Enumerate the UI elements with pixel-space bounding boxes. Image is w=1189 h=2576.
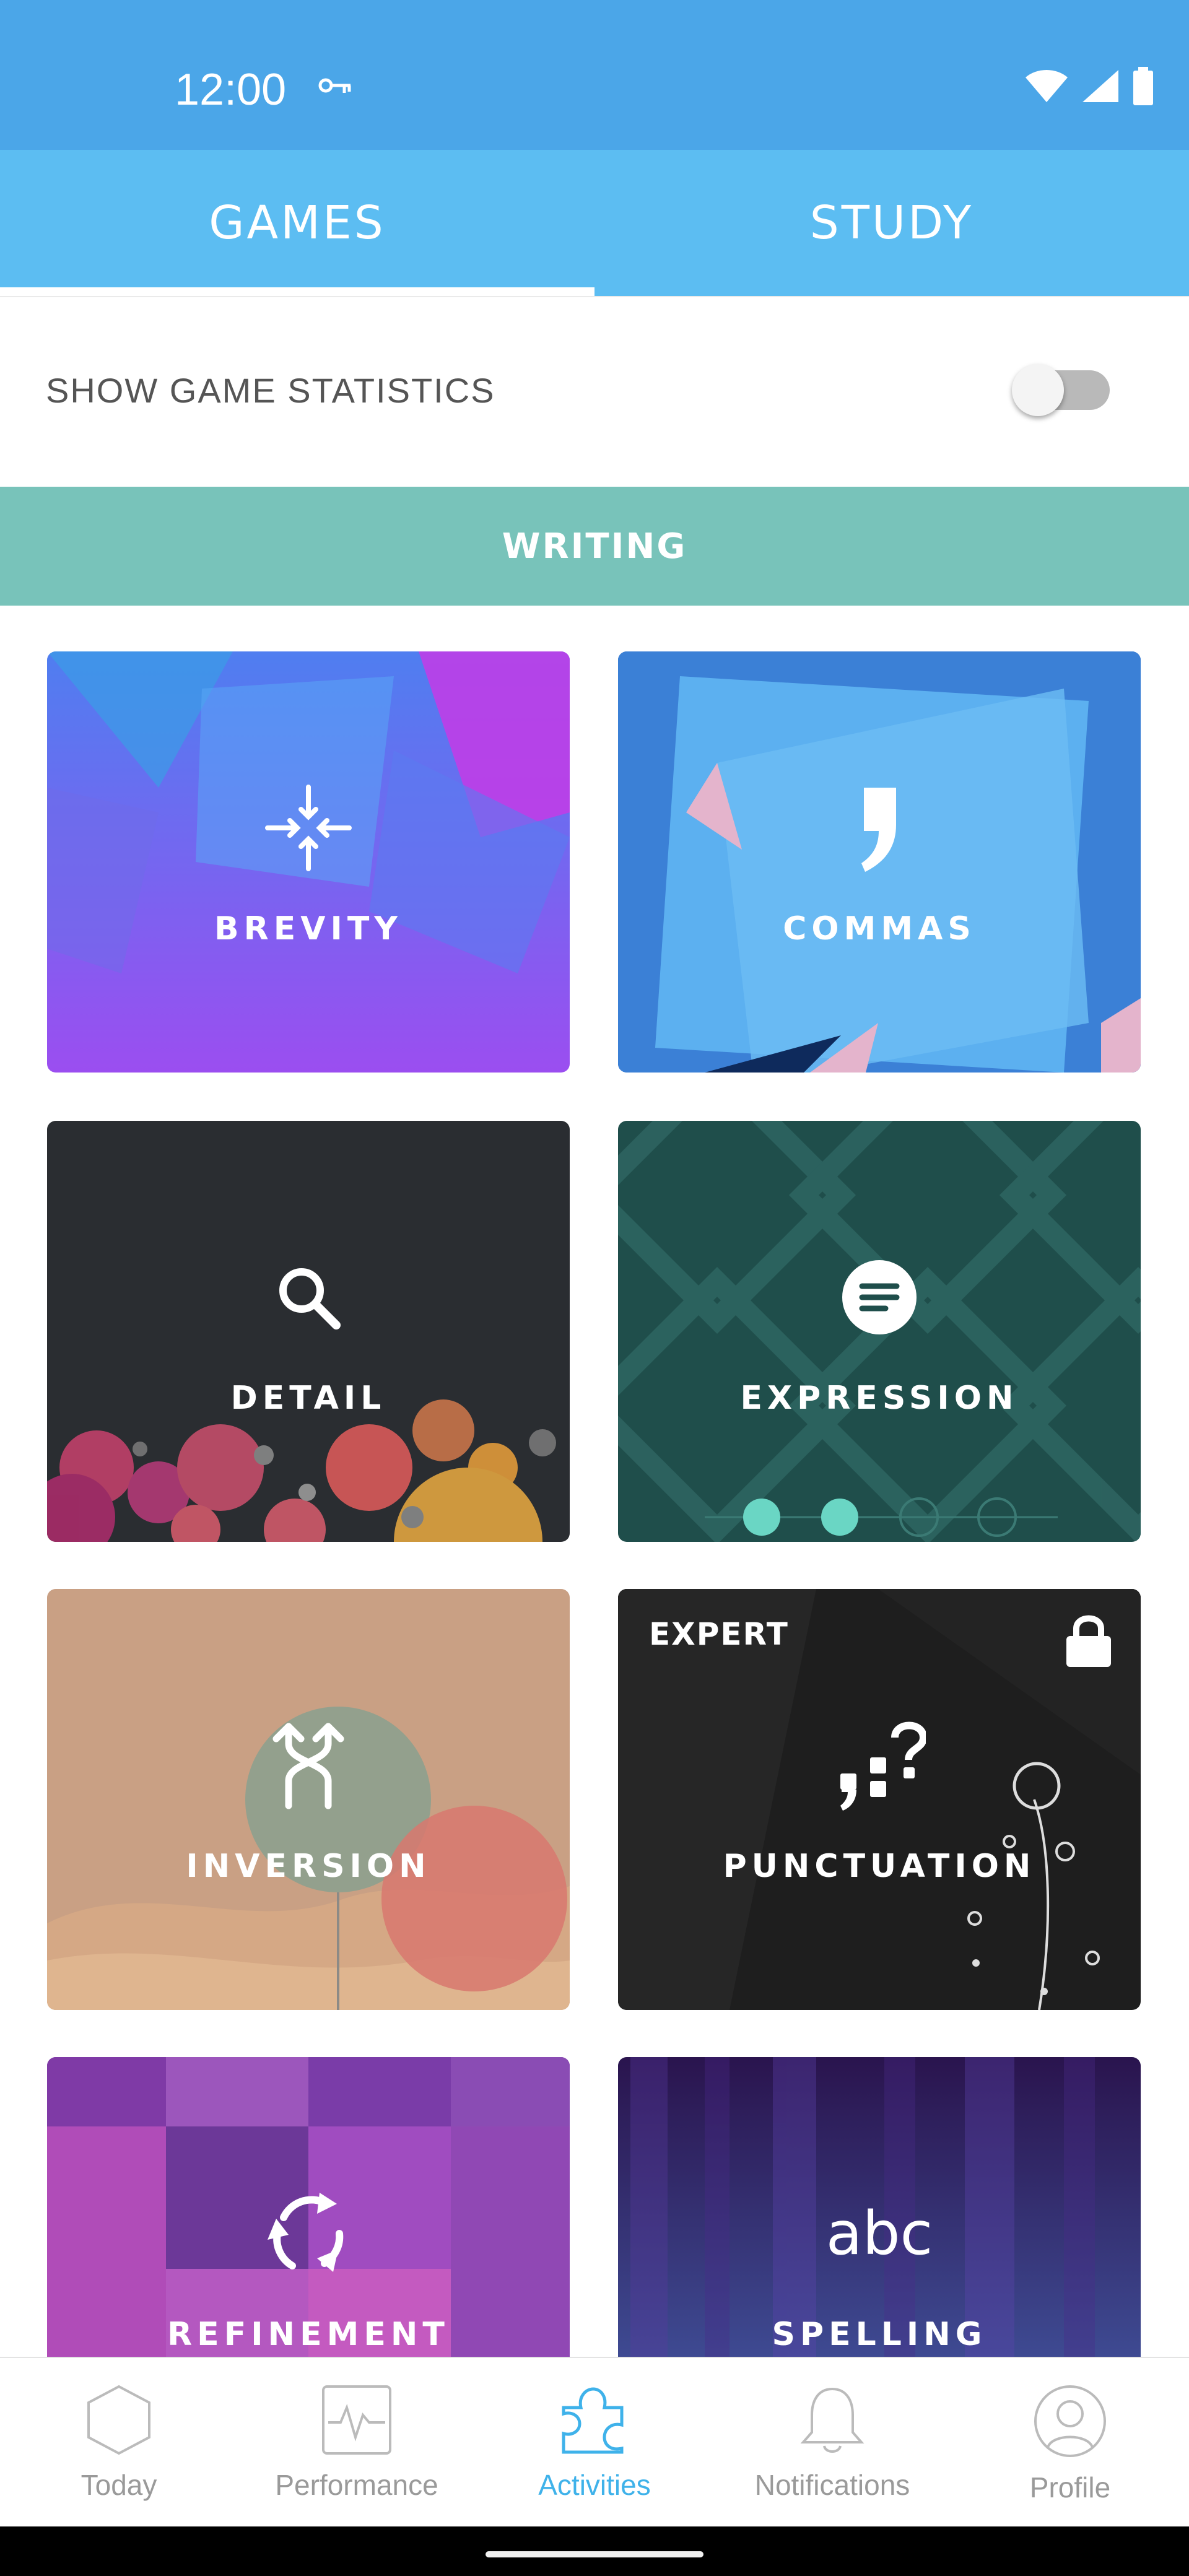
game-title: PUNCTUATION [723, 1848, 1036, 1885]
pulse-chart-icon [322, 2385, 391, 2455]
game-card-expression[interactable]: EXPRESSION [618, 1121, 1141, 1542]
game-title: SPELLING [772, 2316, 987, 2353]
abc-icon-text: abc [825, 2199, 933, 2268]
comma-icon [827, 775, 932, 881]
game-card-inversion[interactable]: INVERSION [47, 1589, 570, 2010]
game-title: DETAIL [230, 1380, 386, 1417]
nav-label: Today [81, 2469, 157, 2501]
person-icon [1034, 2385, 1106, 2457]
toggle-knob [1012, 364, 1064, 416]
nav-notifications[interactable]: Notifications [713, 2358, 951, 2528]
vpn-key-icon [318, 73, 353, 100]
game-card-detail[interactable]: DETAIL [47, 1121, 570, 1542]
game-title: REFINEMENT [167, 2316, 450, 2353]
tab-games[interactable]: GAMES [0, 150, 594, 296]
magnifier-icon [256, 1245, 361, 1350]
tab-study[interactable]: STUDY [594, 150, 1189, 296]
swap-arrows-icon [256, 1713, 361, 1818]
status-time: 12:00 [175, 65, 287, 115]
game-title: INVERSION [186, 1848, 431, 1885]
status-bar: 12:00 [0, 0, 1189, 150]
game-card-refinement[interactable]: REFINEMENT [47, 2057, 570, 2357]
nav-performance[interactable]: Performance [238, 2358, 476, 2528]
puzzle-piece-icon [562, 2387, 624, 2454]
abc-text-icon: abc [825, 2181, 933, 2286]
refresh-cycle-icon [256, 2181, 361, 2286]
bell-icon [800, 2387, 865, 2453]
battery-icon [1132, 67, 1154, 108]
game-card-spelling[interactable]: abc SPELLING [618, 2057, 1141, 2357]
punctuation-icon [827, 1713, 932, 1818]
lock-icon [1065, 1612, 1112, 1671]
cellular-signal-icon [1081, 69, 1120, 106]
show-statistics-row[interactable]: SHOW GAME STATISTICS [0, 296, 1189, 488]
nav-label: Notifications [754, 2469, 910, 2501]
hexagon-icon [87, 2385, 150, 2455]
expert-badge: EXPERT [649, 1616, 789, 1652]
arrows-inward-icon [256, 775, 361, 881]
nav-activities[interactable]: Activities [476, 2358, 713, 2528]
home-gesture-handle[interactable] [486, 2551, 703, 2557]
wifi-icon [1024, 69, 1069, 106]
nav-label: Profile [1029, 2471, 1111, 2504]
status-icons [1024, 67, 1154, 108]
show-statistics-label: SHOW GAME STATISTICS [46, 371, 495, 410]
game-card-punctuation[interactable]: EXPERT PUNCTUATION [618, 1589, 1141, 2010]
nav-today[interactable]: Today [0, 2358, 238, 2528]
text-bubble-icon [827, 1245, 932, 1350]
tab-bar: GAMES STUDY [0, 150, 1189, 296]
nav-profile[interactable]: Profile [951, 2358, 1189, 2528]
bottom-navigation: Today Performance Activities Notificatio… [0, 2357, 1189, 2528]
game-title: COMMAS [783, 910, 976, 947]
game-card-brevity[interactable]: BREVITY [47, 651, 570, 1073]
nav-label: Performance [275, 2469, 438, 2501]
section-header-writing: WRITING [0, 487, 1189, 606]
game-title: BREVITY [214, 910, 403, 947]
game-card-commas[interactable]: COMMAS [618, 651, 1141, 1073]
nav-label: Activities [538, 2469, 651, 2501]
game-title: EXPRESSION [740, 1380, 1019, 1417]
